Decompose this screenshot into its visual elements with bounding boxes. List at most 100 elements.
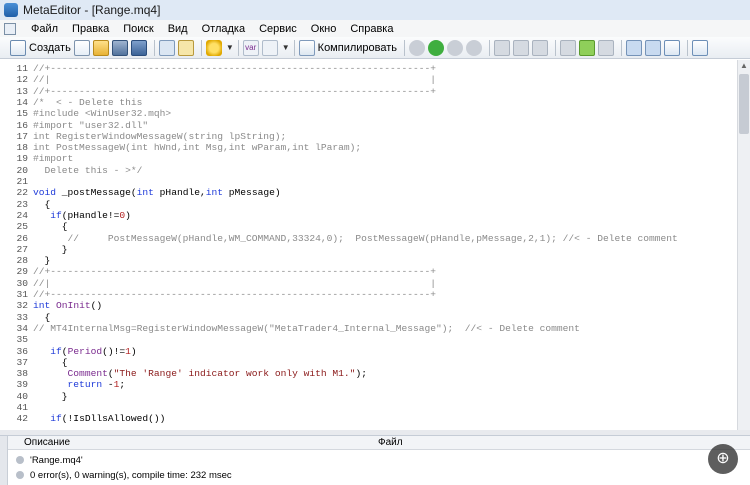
toolbox-toggle-icon[interactable]	[177, 39, 194, 56]
code-line[interactable]: 23 {	[0, 199, 50, 210]
code-line[interactable]: 39 return -1;	[0, 379, 125, 390]
toolbar-divider	[200, 39, 202, 56]
navigator-toggle-icon[interactable]	[158, 39, 175, 56]
code-line[interactable]: 30 //| |	[0, 278, 436, 289]
code-token: {	[33, 221, 68, 233]
code-token: //| |	[33, 277, 437, 289]
menu-help[interactable]: Справка	[343, 23, 400, 35]
copy-icon[interactable]	[626, 39, 643, 56]
line-number: 11	[16, 63, 28, 74]
code-line[interactable]: 24 if(pHandle!=0)	[0, 210, 130, 221]
code-line[interactable]: 12 //| |	[0, 74, 436, 85]
stop-debug-icon[interactable]	[466, 39, 483, 56]
chevron-down-icon[interactable]: ▼	[226, 43, 234, 52]
code-line[interactable]: 20 Delete this - >*/	[0, 165, 142, 176]
code-line[interactable]: 13 //+-----------------------------------…	[0, 86, 436, 97]
code-line[interactable]: 31 //+-----------------------------------…	[0, 289, 436, 300]
menu-window[interactable]: Окно	[304, 23, 344, 35]
vertical-scrollbar[interactable]: ▲	[737, 60, 750, 430]
code-line[interactable]: 28 }	[0, 255, 50, 266]
line-number: 21	[16, 176, 28, 187]
code-token: return	[67, 379, 103, 391]
code-line[interactable]: 32 int OnInit()	[0, 300, 102, 311]
remove-breakpoints-icon[interactable]	[598, 39, 615, 56]
code-line[interactable]: 40 }	[0, 391, 67, 402]
line-number: 12	[16, 74, 28, 86]
metaeditor-logo-icon	[4, 3, 18, 17]
table-row[interactable]: 'Range.mq4'	[8, 453, 83, 467]
code-line[interactable]: 27 }	[0, 244, 67, 255]
code-token: _postMessage(	[56, 187, 137, 199]
create-button[interactable]: Создать	[10, 39, 71, 57]
toolbox-side-strip[interactable]	[0, 436, 8, 485]
step-out-icon[interactable]	[532, 39, 549, 56]
column-file[interactable]: Файл	[378, 437, 403, 448]
zoom-magnifier-icon[interactable]: ⊕	[708, 444, 738, 474]
code-line[interactable]: 18 int PostMessageW(int hWnd,int Msg,int …	[0, 142, 361, 153]
code-line[interactable]: 19 #import	[0, 153, 73, 164]
code-line[interactable]: 16 #import "user32.dll"	[0, 120, 148, 131]
new-from-template-icon[interactable]	[73, 39, 90, 56]
code-line[interactable]: 25 {	[0, 221, 68, 233]
code-line[interactable]: 33 {	[0, 312, 50, 323]
line-number: 18	[16, 142, 28, 154]
code-line[interactable]: 34 // MT4InternalMsg=RegisterWindowMessag…	[0, 323, 579, 334]
code-token: "The 'Range' indicator work only with M1…	[113, 368, 356, 380]
start-debug-icon[interactable]	[428, 39, 445, 56]
code-line[interactable]: 35	[0, 334, 33, 345]
compile-button[interactable]: Компилировать	[298, 39, 397, 57]
line-number: 28	[16, 255, 28, 267]
code-line[interactable]: 29 //+-----------------------------------…	[0, 266, 436, 277]
chevron-down-icon[interactable]: ▼	[282, 43, 290, 52]
table-row[interactable]: 0 error(s), 0 warning(s), compile time: …	[8, 468, 232, 482]
code-line[interactable]: 17 int RegisterWindowMessageW(string lpSt…	[0, 131, 286, 142]
properties-icon[interactable]	[645, 39, 662, 56]
menu-tools[interactable]: Сервис	[252, 23, 304, 35]
run-to-cursor-icon[interactable]	[579, 39, 596, 56]
window-icon[interactable]	[692, 39, 709, 56]
scrollbar-thumb[interactable]	[739, 74, 749, 134]
toggle-breakpoint-icon[interactable]	[560, 39, 577, 56]
code-line[interactable]: 42 if(!IsDllsAllowed())	[0, 413, 165, 424]
code-editor[interactable]: 11 //+-----------------------------------…	[0, 60, 737, 430]
menu-debug[interactable]: Отладка	[195, 23, 252, 35]
save-icon[interactable]	[111, 39, 128, 56]
code-line[interactable]: 15 #include <WinUser32.mqh>	[0, 108, 171, 119]
line-number: 23	[16, 198, 28, 210]
open-folder-icon[interactable]	[92, 39, 109, 56]
parameter-info-icon[interactable]	[261, 39, 278, 56]
list-names-icon[interactable]: var	[242, 39, 259, 56]
document-menu-icon[interactable]	[4, 22, 16, 35]
column-description[interactable]: Описание	[8, 437, 378, 448]
step-over-icon[interactable]	[513, 39, 530, 56]
pause-debug-icon[interactable]	[447, 39, 464, 56]
line-number: 38	[16, 368, 28, 380]
scroll-up-icon[interactable]: ▲	[738, 60, 750, 72]
code-line[interactable]: 41	[0, 402, 33, 413]
styler-icon[interactable]	[205, 39, 222, 56]
code-token: int	[136, 187, 154, 199]
code-line[interactable]: 38 Comment("The 'Range' indicator work o…	[0, 368, 366, 380]
code-line[interactable]: 26 // PostMessageW(pHandle,WM_COMMAND,33…	[0, 232, 677, 244]
code-line[interactable]: 14 /* < - Delete this	[0, 97, 142, 108]
code-line[interactable]: 22 void _postMessage(int pHandle,int pMes…	[0, 187, 280, 199]
menu-view[interactable]: Вид	[161, 23, 195, 35]
step-into-icon[interactable]	[494, 39, 511, 56]
menu-bar: Файл Правка Поиск Вид Отладка Сервис Окн…	[0, 20, 750, 37]
line-number: 26	[16, 232, 28, 244]
menu-search[interactable]: Поиск	[116, 23, 160, 35]
code-line[interactable]: 11 //+-----------------------------------…	[0, 63, 436, 74]
code-line[interactable]: 37 {	[0, 357, 67, 368]
code-line[interactable]: 36 if(Period()!=1)	[0, 345, 136, 357]
code-token: #include <WinUser32.mqh>	[33, 108, 172, 120]
save-all-icon[interactable]	[130, 39, 147, 56]
code-token: if	[50, 345, 62, 357]
code-line[interactable]: 21	[0, 176, 33, 187]
line-number: 20	[16, 164, 28, 176]
start-on-history-icon[interactable]	[409, 39, 426, 56]
menu-edit[interactable]: Правка	[65, 23, 116, 35]
menu-file[interactable]: Файл	[24, 23, 65, 35]
terminal-chart-icon[interactable]	[664, 39, 681, 56]
